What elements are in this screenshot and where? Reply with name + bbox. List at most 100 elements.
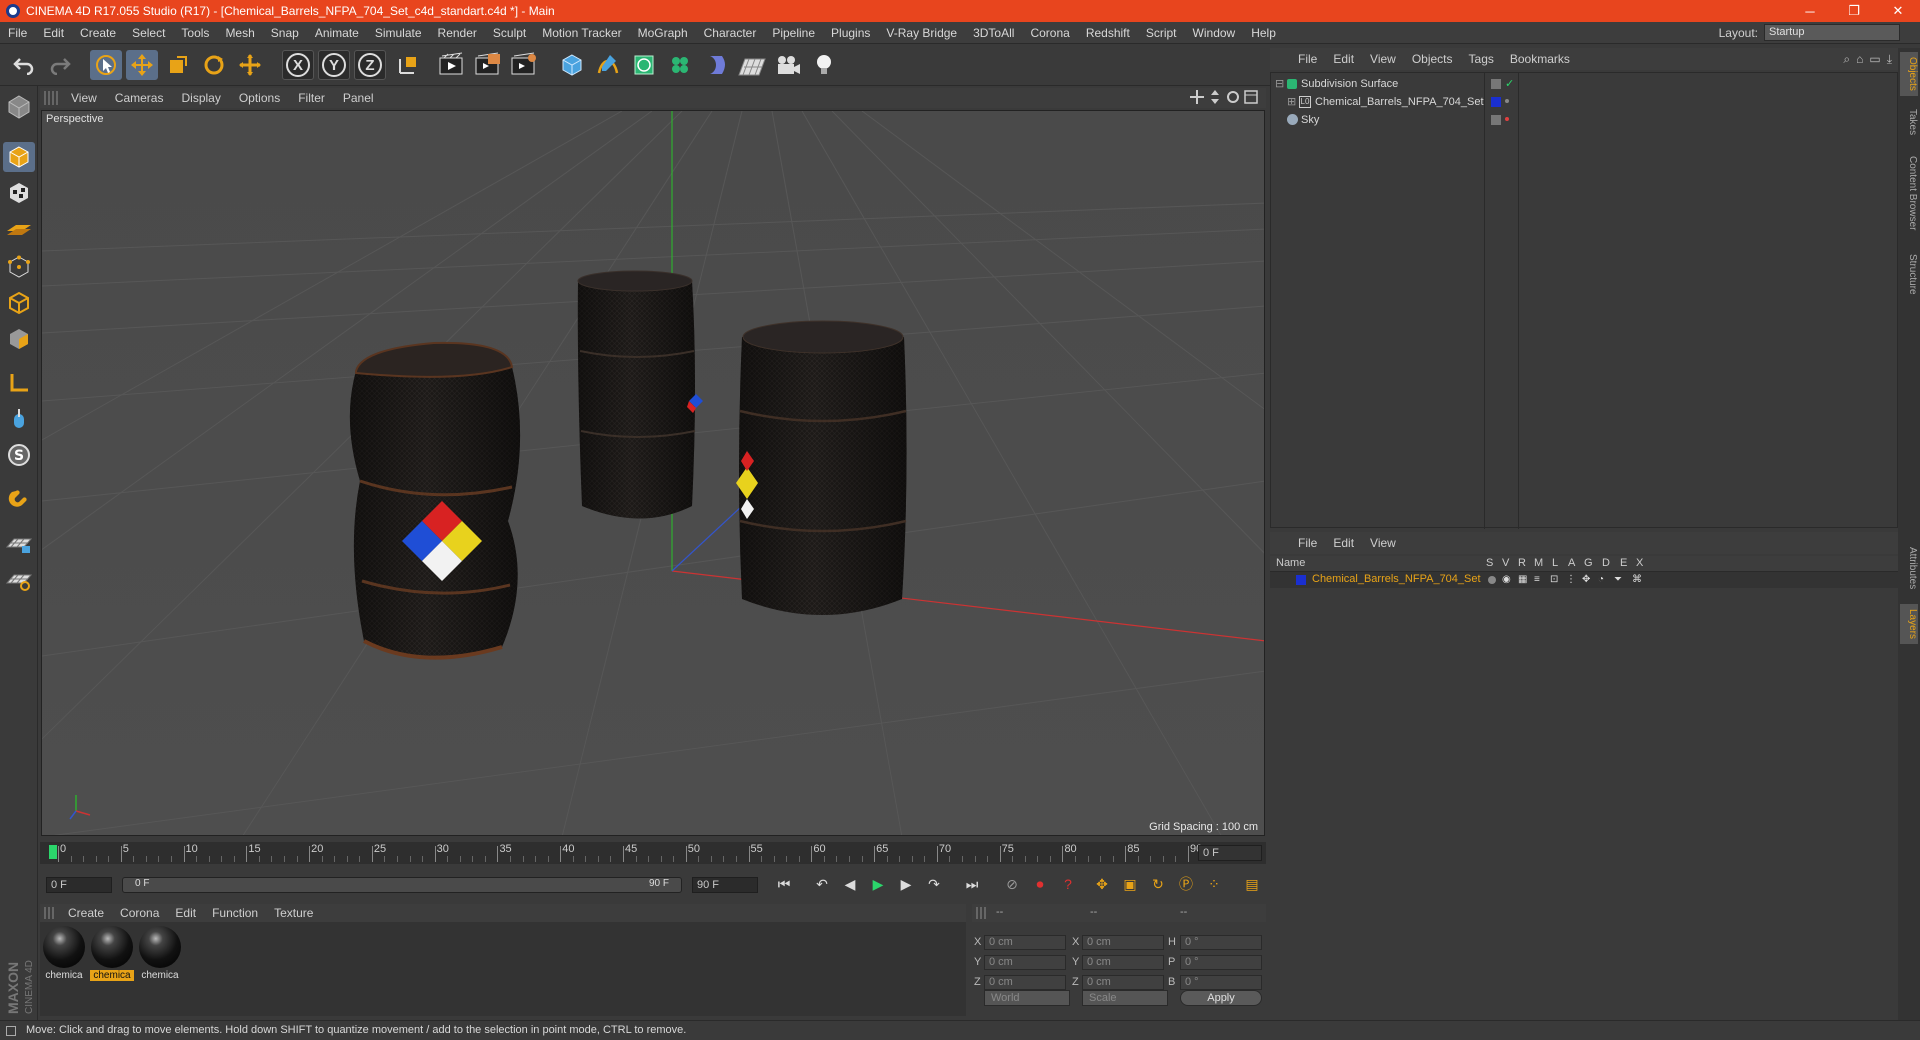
coordinate-space-select[interactable]: World xyxy=(984,990,1070,1006)
polygons-mode-icon[interactable] xyxy=(3,324,35,354)
search-icon[interactable]: ⌕ xyxy=(1843,52,1850,67)
layer-color-swatch[interactable] xyxy=(1491,97,1501,107)
obj-menu-view[interactable]: View xyxy=(1362,52,1404,66)
menu-plugins[interactable]: Plugins xyxy=(823,26,878,40)
transform-tool-icon[interactable] xyxy=(234,50,266,80)
barrel-middle[interactable] xyxy=(577,270,703,519)
camera-icon[interactable] xyxy=(772,50,804,80)
key-rotation-icon[interactable]: ↻ xyxy=(1146,872,1170,896)
record-keys-off-icon[interactable]: ⊘ xyxy=(1000,872,1024,896)
magnet-snap-icon[interactable] xyxy=(3,484,35,514)
render-view-icon[interactable] xyxy=(436,50,468,80)
pan-view-icon[interactable] xyxy=(1190,90,1204,104)
layer-lock-icon[interactable]: ⊡ xyxy=(1550,574,1558,585)
menu-create[interactable]: Create xyxy=(72,26,124,40)
menu-pipeline[interactable]: Pipeline xyxy=(764,26,823,40)
move-tool-icon[interactable] xyxy=(126,50,158,80)
pos-y-field[interactable]: 0 cm xyxy=(984,955,1066,970)
goto-next-key-icon[interactable]: ↷ xyxy=(922,872,946,896)
cloner-icon[interactable] xyxy=(664,50,696,80)
expand-toggle-icon[interactable]: ⊞ xyxy=(1287,93,1296,111)
obj-menu-tags[interactable]: Tags xyxy=(1461,52,1502,66)
barrel-right[interactable] xyxy=(736,320,907,615)
editor-visibility-icon[interactable] xyxy=(1491,79,1501,89)
material-menu-function[interactable]: Function xyxy=(204,906,266,920)
size-z-field[interactable]: 0 cm xyxy=(1082,975,1164,990)
tab-attributes[interactable]: Attributes xyxy=(1900,536,1918,600)
edges-mode-icon[interactable] xyxy=(3,288,35,318)
live-selection-icon[interactable] xyxy=(90,50,122,80)
key-scale-icon[interactable]: ▣ xyxy=(1118,872,1142,896)
z-axis-lock-button[interactable]: Z xyxy=(354,50,386,80)
layer-view-eye-icon[interactable]: ◉ xyxy=(1502,574,1511,585)
pos-x-field[interactable]: 0 cm xyxy=(984,935,1066,950)
maximize-button[interactable]: ❐ xyxy=(1832,0,1876,22)
scale-tool-icon[interactable] xyxy=(162,50,194,80)
spline-pen-icon[interactable] xyxy=(592,50,624,80)
timeline-window-icon[interactable]: ▤ xyxy=(1240,872,1264,896)
layer-manager-icon[interactable]: ≡ xyxy=(1534,574,1540,585)
menu-corona[interactable]: Corona xyxy=(1022,26,1077,40)
key-param-icon[interactable]: Ⓟ xyxy=(1174,872,1198,896)
render-to-picture-viewer-icon[interactable] xyxy=(508,50,540,80)
object-row-barrels-set[interactable]: ⊞ L0 Chemical_Barrels_NFPA_704_Set xyxy=(1271,93,1897,111)
menu-window[interactable]: Window xyxy=(1185,26,1244,40)
material-menu-corona[interactable]: Corona xyxy=(112,906,167,920)
maximize-view-icon[interactable] xyxy=(1244,90,1258,104)
play-icon[interactable]: ▶ xyxy=(866,872,890,896)
workplane-mode-icon[interactable] xyxy=(3,214,35,244)
current-frame-field[interactable]: 0 F xyxy=(1198,845,1262,861)
object-row-sky[interactable]: Sky xyxy=(1271,111,1897,129)
make-editable-icon[interactable] xyxy=(3,92,35,122)
viewport-menu-options[interactable]: Options xyxy=(230,91,289,105)
menu-snap[interactable]: Snap xyxy=(263,26,307,40)
start-frame-field[interactable]: 0 F xyxy=(46,877,112,893)
material-swatch[interactable]: chemica xyxy=(42,926,86,986)
material-menu-edit[interactable]: Edit xyxy=(167,906,204,920)
step-back-icon[interactable]: ◀ xyxy=(838,872,862,896)
tab-objects[interactable]: Objects xyxy=(1900,52,1918,96)
visibility-dot-icon[interactable] xyxy=(1505,99,1509,103)
obj-menu-objects[interactable]: Objects xyxy=(1404,52,1461,66)
tab-content-browser[interactable]: Content Browser xyxy=(1900,148,1918,238)
layer-xref-icon[interactable]: ⌘ xyxy=(1632,574,1642,585)
enabled-check-icon[interactable]: ✓ xyxy=(1505,75,1514,93)
menu-render[interactable]: Render xyxy=(430,26,485,40)
subdivision-surface-icon[interactable] xyxy=(628,50,660,80)
rot-b-field[interactable]: 0 ° xyxy=(1180,975,1262,990)
menu-3dtoall[interactable]: 3DToAll xyxy=(965,26,1022,40)
cube-primitive-icon[interactable] xyxy=(556,50,588,80)
dolly-view-icon[interactable] xyxy=(1208,90,1222,104)
deformer-icon[interactable] xyxy=(700,50,732,80)
material-menu-create[interactable]: Create xyxy=(60,906,112,920)
grid-snap-icon[interactable] xyxy=(3,564,35,594)
floor-icon[interactable] xyxy=(736,50,768,80)
perspective-viewport[interactable]: Perspective Grid Spacing : 100 cm xyxy=(41,110,1265,836)
visibility-dot-icon[interactable] xyxy=(1505,117,1509,121)
key-position-icon[interactable]: ✥ xyxy=(1090,872,1114,896)
layer-solo-icon[interactable] xyxy=(1488,576,1496,584)
size-x-field[interactable]: 0 cm xyxy=(1082,935,1164,950)
menu-redshift[interactable]: Redshift xyxy=(1078,26,1138,40)
menu-script[interactable]: Script xyxy=(1138,26,1185,40)
menu-tools[interactable]: Tools xyxy=(173,26,217,40)
material-swatch[interactable]: chemica xyxy=(138,926,182,986)
layer-name[interactable]: Chemical_Barrels_NFPA_704_Set xyxy=(1312,573,1481,585)
home-icon[interactable]: ⌂ xyxy=(1856,52,1863,67)
layer-menu-edit[interactable]: Edit xyxy=(1325,536,1362,550)
end-frame-field[interactable]: 90 F xyxy=(692,877,758,893)
menu-sculpt[interactable]: Sculpt xyxy=(485,26,534,40)
points-mode-icon[interactable] xyxy=(3,252,35,282)
layer-menu-view[interactable]: View xyxy=(1362,536,1404,550)
obj-menu-file[interactable]: File xyxy=(1290,52,1325,66)
material-menu-texture[interactable]: Texture xyxy=(266,906,321,920)
close-button[interactable]: ✕ xyxy=(1876,0,1920,22)
preview-range-slider[interactable]: 0 F 90 F xyxy=(122,877,682,893)
editor-visibility-icon[interactable] xyxy=(1491,115,1501,125)
timeline-ruler[interactable]: 0 5 10 15 20 25 30 35 40 45 50 55 60 65 70 75 80 85 90 0 F xyxy=(40,842,1266,864)
undo-icon[interactable] xyxy=(8,50,40,80)
obj-menu-edit[interactable]: Edit xyxy=(1325,52,1362,66)
rot-p-field[interactable]: 0 ° xyxy=(1180,955,1262,970)
coordinate-system-icon[interactable] xyxy=(392,50,424,80)
menu-simulate[interactable]: Simulate xyxy=(367,26,430,40)
